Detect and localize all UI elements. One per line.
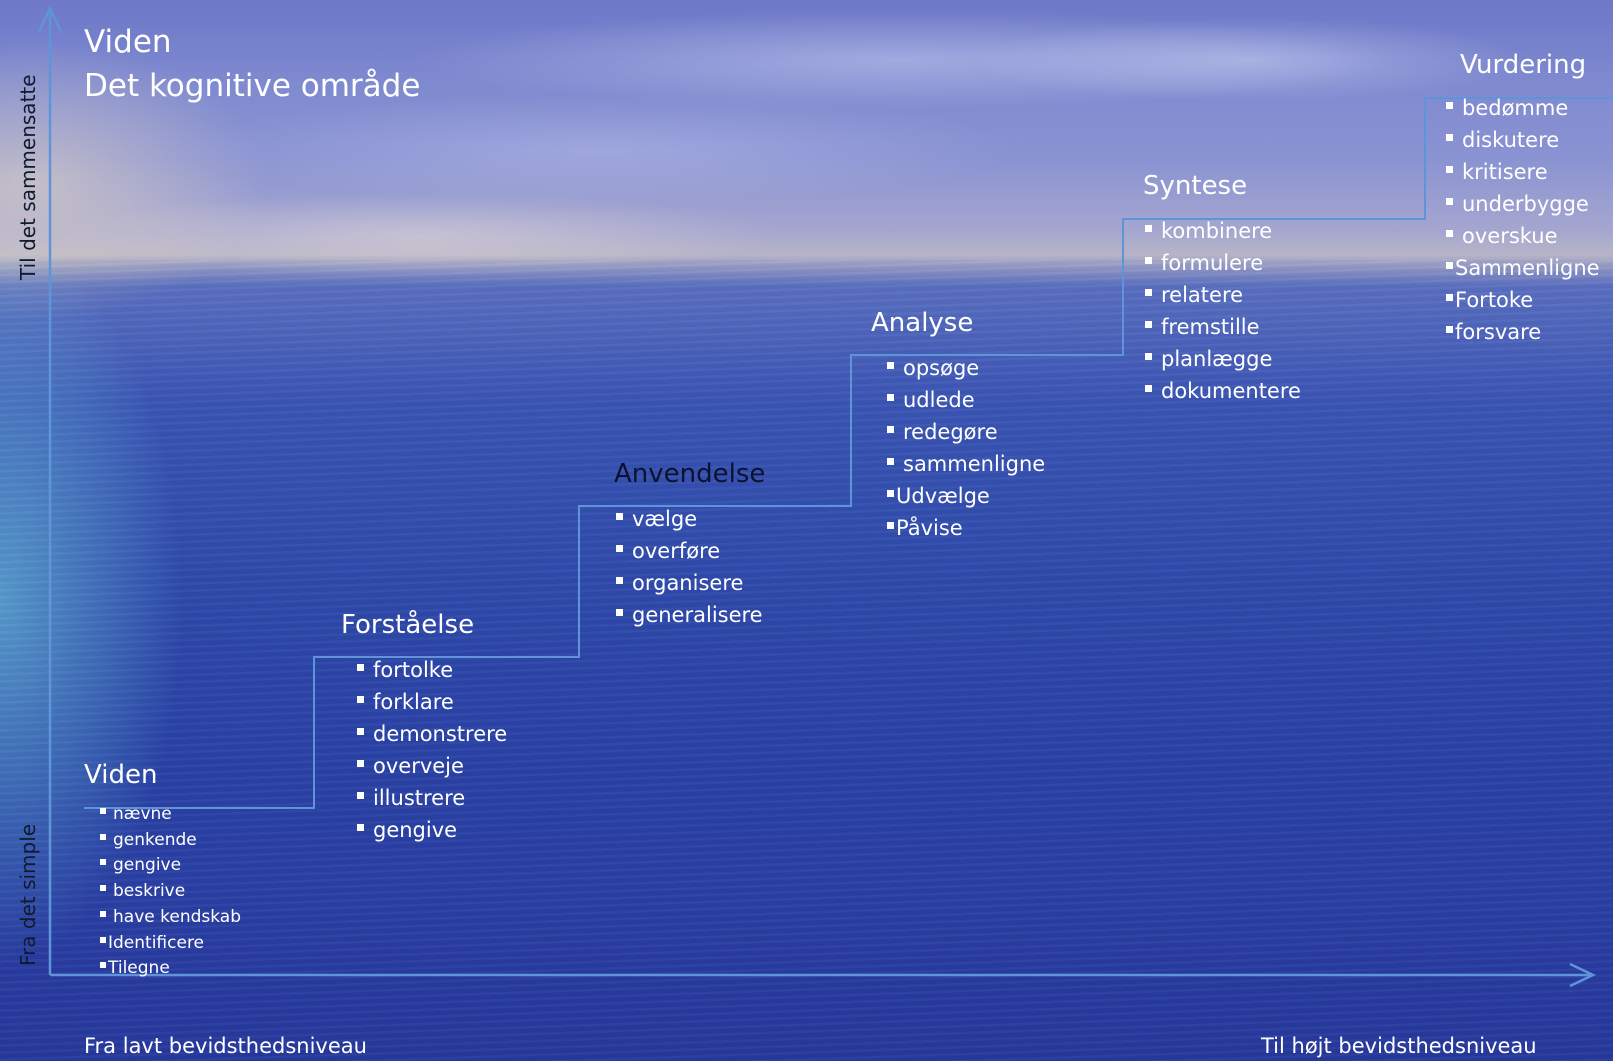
bullet-icon	[1446, 326, 1453, 333]
list-item: illustrere	[357, 782, 507, 814]
bullet-icon	[100, 962, 106, 969]
staircase-line	[84, 97, 1613, 809]
list-item: opsøge	[887, 352, 1045, 384]
list-item: Fortoke	[1446, 284, 1600, 316]
level-vurdering: Vurdering bedømme diskutere kritisere un…	[1446, 50, 1600, 348]
bullet-icon	[1145, 257, 1152, 264]
list-item: forsvare	[1446, 316, 1600, 348]
list-item: Identificere	[100, 931, 241, 957]
bullet-icon	[1446, 198, 1453, 205]
list-item: udlede	[887, 384, 1045, 416]
list-item: have kendskab	[100, 905, 241, 931]
list-item: Sammenligne	[1446, 252, 1600, 284]
bullet-icon	[1145, 225, 1152, 232]
x-axis-left-label: Fra lavt bevidsthedsniveau	[84, 1034, 367, 1058]
list-item: organisere	[616, 567, 765, 599]
list-item: Udvælge	[887, 480, 1045, 512]
list-item: gengive	[100, 853, 241, 879]
bullet-icon	[357, 824, 364, 831]
list-item: bedømme	[1446, 92, 1600, 124]
bullet-icon	[887, 522, 894, 529]
bullet-icon	[1446, 262, 1453, 269]
title-line-1: Viden	[84, 24, 172, 60]
list-item: dokumentere	[1145, 375, 1301, 407]
bullet-icon	[1446, 294, 1453, 301]
list-item: beskrive	[100, 879, 241, 905]
bullet-icon	[357, 696, 364, 703]
bullet-icon	[887, 458, 894, 465]
y-axis-bottom-label: Fra det simple	[16, 823, 40, 966]
bullet-icon	[1145, 321, 1152, 328]
bullet-icon	[357, 760, 364, 767]
bullet-icon	[1145, 353, 1152, 360]
list-item: underbygge	[1446, 188, 1600, 220]
bullet-icon	[100, 859, 106, 866]
bullet-icon	[887, 362, 894, 369]
level-title: Syntese	[1143, 171, 1248, 201]
list-item: redegøre	[887, 416, 1045, 448]
bullet-icon	[1446, 102, 1453, 109]
bullet-icon	[616, 545, 623, 552]
bullet-icon	[887, 426, 894, 433]
list-item: overskue	[1446, 220, 1600, 252]
list-item: genkende	[100, 828, 241, 854]
level-title: Analyse	[871, 308, 974, 338]
bullet-icon	[100, 910, 106, 917]
bullet-icon	[616, 577, 623, 584]
list-item: diskutere	[1446, 124, 1600, 156]
list-item: Påvise	[887, 512, 1045, 544]
title-line-2: Det kognitive område	[84, 68, 421, 104]
bullet-icon	[1145, 289, 1152, 296]
list-item: generalisere	[616, 599, 765, 631]
bullet-icon	[616, 513, 623, 520]
y-axis-top-label: Til det sammensatte	[16, 74, 40, 280]
bullet-icon	[1145, 385, 1152, 392]
level-title: Viden	[84, 760, 158, 790]
bullet-icon	[1446, 134, 1453, 141]
list-item: nævne	[100, 802, 241, 828]
bullet-icon	[100, 885, 106, 892]
bullet-icon	[616, 609, 623, 616]
list-item: gengive	[357, 814, 507, 846]
level-analyse: Analyse opsøge udlede redegøre sammenlig…	[871, 308, 1045, 544]
list-item: overføre	[616, 535, 765, 567]
bullet-icon	[357, 664, 364, 671]
bullet-icon	[887, 394, 894, 401]
bullet-icon	[100, 808, 106, 814]
list-item: forklare	[357, 686, 507, 718]
list-item: kritisere	[1446, 156, 1600, 188]
list-item: demonstrere	[357, 718, 507, 750]
bullet-icon	[357, 792, 364, 799]
bullet-icon	[100, 833, 106, 840]
staircase-diagram	[37, 4, 1613, 988]
bullet-icon	[1446, 166, 1453, 173]
list-item: overveje	[357, 750, 507, 782]
list-item: fremstille	[1145, 311, 1301, 343]
list-item: formulere	[1145, 247, 1301, 279]
list-item: vælge	[616, 503, 765, 535]
x-axis-right-label: Til højt bevidsthedsniveau	[1261, 1034, 1537, 1058]
bullet-icon	[1446, 230, 1453, 237]
diagram-title: Viden Det kognitive område	[84, 20, 420, 108]
bullet-icon	[357, 728, 364, 735]
bullet-icon	[100, 936, 106, 943]
level-viden: Viden nævne genkende gengive beskrive ha…	[84, 760, 241, 982]
list-item: Tilegne	[100, 956, 241, 982]
list-item: sammenligne	[887, 448, 1045, 480]
level-title: Forståelse	[341, 610, 475, 640]
level-anvendelse: Anvendelse vælge overføre organisere gen…	[614, 459, 765, 631]
list-item: fortolke	[357, 654, 507, 686]
level-title: Vurdering	[1460, 50, 1587, 80]
bullet-icon	[887, 490, 894, 497]
list-item: kombinere	[1145, 215, 1301, 247]
level-title: Anvendelse	[614, 459, 766, 489]
list-item: planlægge	[1145, 343, 1301, 375]
level-syntese: Syntese kombinere formulere relatere fre…	[1143, 171, 1301, 407]
level-forstaaelse: Forståelse fortolke forklare demonstrere…	[341, 610, 507, 846]
list-item: relatere	[1145, 279, 1301, 311]
